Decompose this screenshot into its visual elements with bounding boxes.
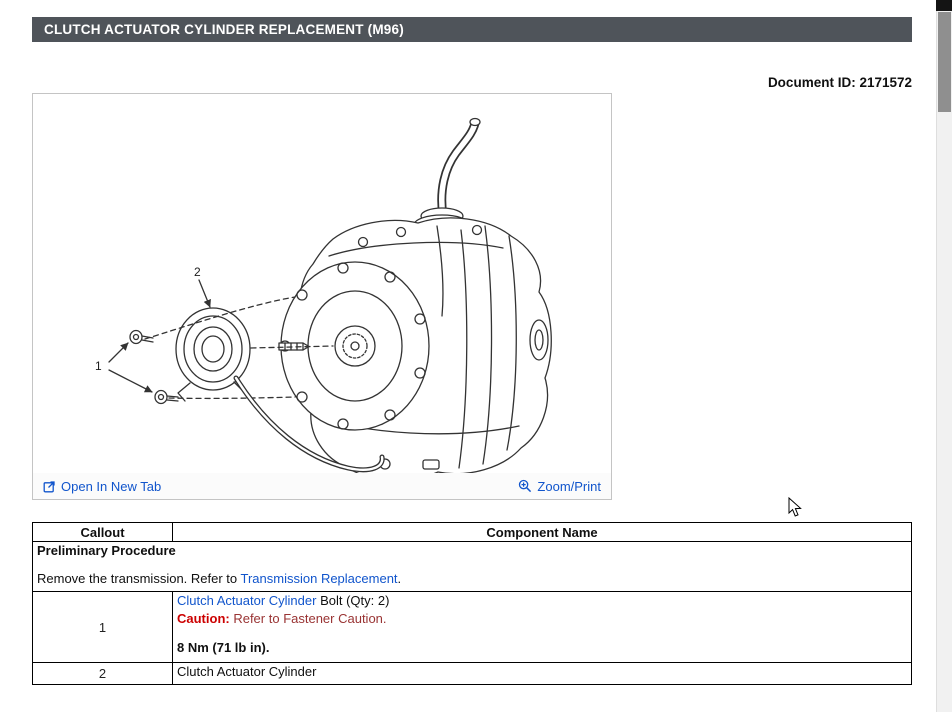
transmission-replacement-link[interactable]: Transmission Replacement bbox=[241, 571, 398, 586]
component-rest: Bolt (Qty: 2) bbox=[316, 593, 389, 608]
figure-panel: 2 1 Open In New Tab bbox=[32, 93, 612, 500]
open-in-new-tab-icon bbox=[43, 480, 56, 493]
zoom-print-link[interactable]: Zoom/Print bbox=[518, 479, 601, 494]
clutch-actuator-cylinder-link[interactable]: Clutch Actuator Cylinder bbox=[177, 593, 316, 608]
preliminary-row: Preliminary Procedure Remove the transmi… bbox=[33, 542, 912, 592]
caution-label: Caution: bbox=[177, 611, 230, 626]
section-title-bar: CLUTCH ACTUATOR CYLINDER REPLACEMENT (M9… bbox=[32, 17, 912, 42]
figure-footer: Open In New Tab Zoom/Print bbox=[33, 473, 611, 499]
table-row-1: 1 Clutch Actuator Cylinder Bolt (Qty: 2)… bbox=[33, 592, 912, 663]
component-name-line: Clutch Actuator Cylinder Bolt (Qty: 2) bbox=[177, 593, 907, 608]
figure-canvas: 2 1 bbox=[33, 96, 611, 473]
table-header-row: Callout Component Name bbox=[33, 523, 912, 542]
transmission-illustration: 2 1 bbox=[33, 96, 611, 474]
component-cell-1: Clutch Actuator Cylinder Bolt (Qty: 2) C… bbox=[173, 592, 912, 663]
scrollbar-thumb[interactable] bbox=[938, 12, 951, 112]
caution-text: Refer to bbox=[230, 611, 283, 626]
caution-line: Caution: Refer to Fastener Caution. bbox=[177, 611, 907, 626]
callout-number-2: 2 bbox=[33, 663, 173, 685]
mouse-cursor-icon bbox=[788, 497, 803, 518]
figure-callout-2: 2 bbox=[194, 265, 201, 279]
torque-spec: 8 Nm (71 lb in). bbox=[177, 640, 907, 655]
vertical-scrollbar[interactable] bbox=[936, 0, 952, 712]
document-id: Document ID: 2171572 bbox=[768, 75, 912, 90]
caution-period: . bbox=[383, 611, 387, 626]
figure-callout-1: 1 bbox=[95, 359, 102, 373]
preliminary-text: Remove the transmission. Refer to bbox=[37, 571, 241, 586]
open-in-new-tab-label: Open In New Tab bbox=[61, 479, 161, 494]
fastener-caution-link[interactable]: Fastener Caution bbox=[283, 611, 383, 626]
column-header-callout: Callout bbox=[33, 523, 173, 542]
preliminary-period: . bbox=[398, 571, 402, 586]
callout-number-1: 1 bbox=[33, 592, 173, 663]
callout-table: Callout Component Name Preliminary Proce… bbox=[32, 522, 912, 685]
preliminary-procedure-title: Preliminary Procedure bbox=[37, 543, 907, 558]
table-row-2: 2 Clutch Actuator Cylinder bbox=[33, 663, 912, 685]
service-info-page: CLUTCH ACTUATOR CYLINDER REPLACEMENT (M9… bbox=[0, 0, 952, 712]
column-header-component: Component Name bbox=[173, 523, 912, 542]
component-cell-2: Clutch Actuator Cylinder bbox=[173, 663, 912, 685]
zoom-print-label: Zoom/Print bbox=[537, 479, 601, 494]
preliminary-procedure-text: Remove the transmission. Refer to Transm… bbox=[37, 571, 907, 586]
scrollbar-top-cap bbox=[936, 0, 952, 11]
zoom-print-icon bbox=[518, 479, 532, 493]
page-title: CLUTCH ACTUATOR CYLINDER REPLACEMENT (M9… bbox=[44, 22, 404, 37]
open-in-new-tab-link[interactable]: Open In New Tab bbox=[43, 479, 161, 494]
